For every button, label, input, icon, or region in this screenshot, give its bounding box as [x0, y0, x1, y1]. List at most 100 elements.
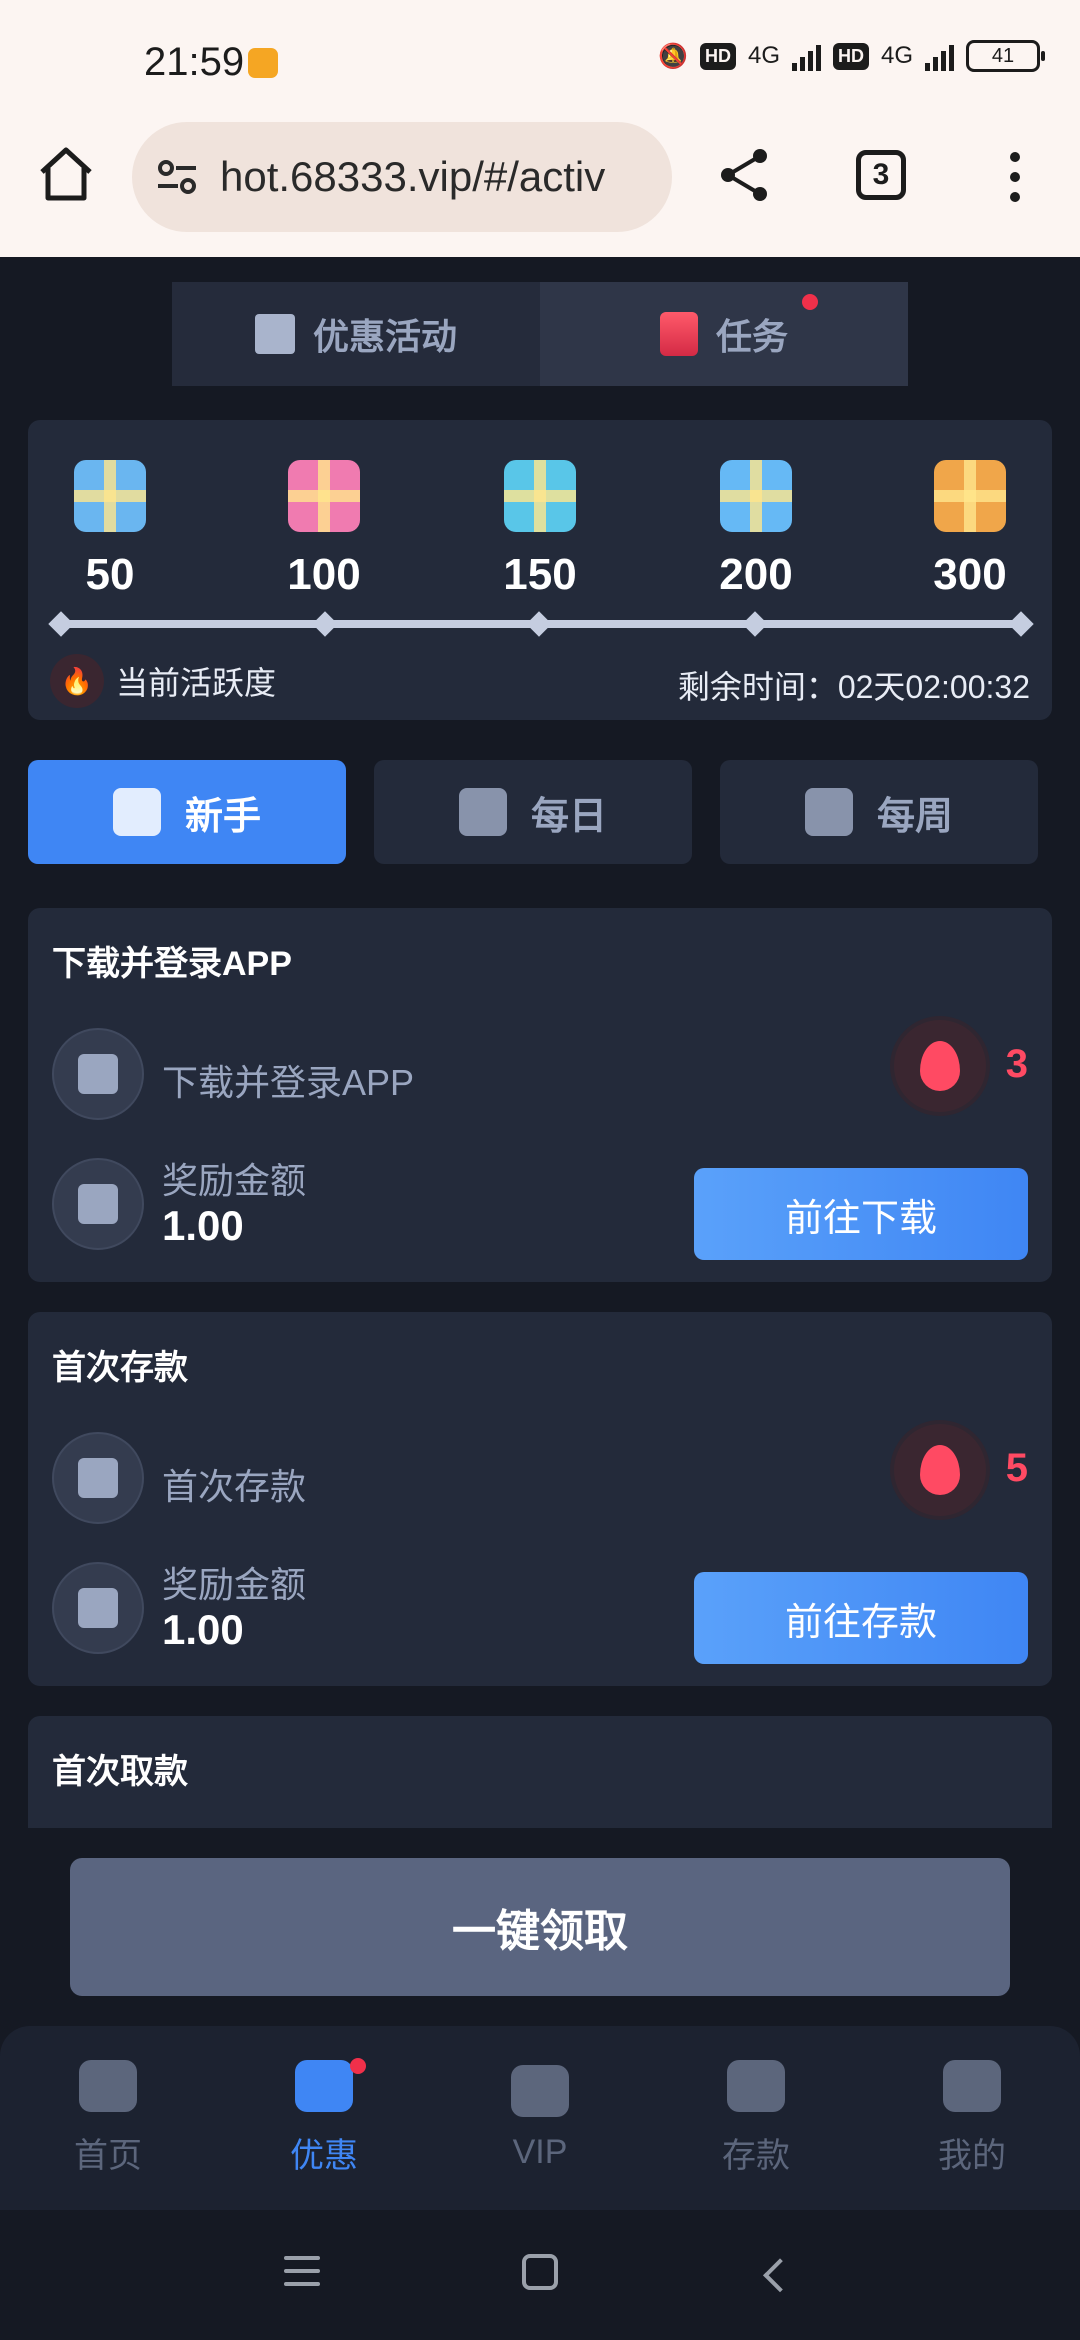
- activity-points: 3: [1005, 1042, 1028, 1086]
- browser-toolbar: hot.68333.vip/#/activ 3: [0, 122, 1080, 257]
- nav-profile[interactable]: 我的: [864, 2026, 1080, 2210]
- url-text: hot.68333.vip/#/activ: [220, 153, 606, 200]
- hd-badge-2: HD: [832, 42, 869, 70]
- signal-icon-2: [925, 41, 954, 71]
- wallet-icon: [727, 2059, 785, 2112]
- share-icon[interactable]: [716, 146, 774, 204]
- go-download-button[interactable]: 前往下载: [694, 1168, 1028, 1260]
- tab-newbie[interactable]: 新手: [28, 760, 346, 864]
- top-tab-bar: 优惠活动 任务: [172, 282, 908, 386]
- gift-box-icon: [934, 460, 1006, 532]
- milestone-value: 300: [933, 550, 1007, 599]
- nav-label: VIP: [512, 2132, 568, 2171]
- progress-node: [742, 611, 768, 637]
- nav-vip[interactable]: VIP: [432, 2026, 648, 2210]
- milestone-100[interactable]: 100: [264, 460, 384, 600]
- more-menu-icon[interactable]: [1000, 152, 1030, 202]
- nav-label: 我的: [938, 2136, 1006, 2175]
- task-card-first-withdrawal: 首次取款: [28, 1716, 1052, 1828]
- progress-node: [1008, 611, 1034, 637]
- phone-download-icon: [78, 1054, 118, 1094]
- milestone-50[interactable]: 50: [50, 460, 170, 600]
- milestone-300[interactable]: 300: [910, 460, 1030, 600]
- tab-weekly[interactable]: 每周: [720, 760, 1038, 864]
- current-activity: 🔥 当前活跃度: [50, 654, 276, 708]
- task-icon: [52, 1028, 144, 1120]
- task-name: 下载并登录APP: [162, 1062, 415, 1103]
- tab-newbie-label: 新手: [184, 795, 261, 838]
- status-time: 21:59: [144, 40, 245, 84]
- nav-home[interactable]: 首页: [0, 2026, 216, 2210]
- tab-weekly-label: 每周: [876, 795, 953, 838]
- gift-box-icon: [74, 460, 146, 532]
- home-icon: [79, 2059, 137, 2112]
- tab-tasks[interactable]: 任务: [540, 282, 908, 386]
- fire-icon: [894, 1424, 986, 1516]
- notification-dot: [802, 294, 818, 310]
- current-activity-label: 当前活跃度: [116, 665, 277, 701]
- address-bar[interactable]: hot.68333.vip/#/activ: [132, 122, 672, 232]
- reward-label: 奖励金额: [162, 1160, 307, 1201]
- reward-icon: [52, 1562, 144, 1654]
- site-settings-icon[interactable]: [154, 154, 200, 200]
- mute-icon: 🔕: [658, 42, 688, 70]
- gift-icon: [78, 1184, 118, 1224]
- home-icon[interactable]: [36, 144, 96, 204]
- bottom-navigation: 首页 优惠 VIP 存款 我的: [0, 2026, 1080, 2210]
- back-icon[interactable]: [763, 2258, 797, 2293]
- tab-daily-label: 每日: [530, 795, 607, 838]
- milestone-200[interactable]: 200: [696, 460, 816, 600]
- task-icon: [52, 1432, 144, 1524]
- gift-box-icon: [504, 460, 576, 532]
- milestone-value: 100: [287, 550, 361, 599]
- task-title: 首次取款: [52, 1753, 188, 1791]
- nav-label: 优惠: [290, 2136, 358, 2175]
- status-indicators: 🔕 HD 4G HD 4G 41: [658, 40, 1045, 72]
- progress-node: [312, 611, 338, 637]
- tab-switcher-button[interactable]: 3: [856, 150, 906, 200]
- fire-icon: [894, 1020, 986, 1112]
- claim-all-button[interactable]: 一键领取: [70, 1858, 1010, 1996]
- activity-points: 5: [1005, 1446, 1028, 1490]
- fire-icon: 🔥: [50, 654, 104, 708]
- reward-label: 奖励金额: [162, 1564, 307, 1605]
- remaining-time: 剩余时间：02天02:00:32: [677, 669, 1030, 705]
- notification-dot: [350, 2058, 366, 2074]
- tab-promotions[interactable]: 优惠活动: [172, 282, 540, 386]
- milestone-value: 50: [85, 550, 135, 599]
- nav-label: 首页: [74, 2136, 142, 2175]
- signal-icon-1: [791, 41, 821, 71]
- status-bar: 21:59 🔕 HD 4G HD 4G 41: [0, 0, 1080, 122]
- task-card-download-app: 下载并登录APP 下载并登录APP 3 奖励金额 1.00 前往下载: [28, 908, 1052, 1282]
- activity-progress-card: 50 100 150 200 300 🔥 当前活跃度 剩余时间：02天02:00…: [28, 420, 1052, 720]
- battery-icon: 41: [966, 40, 1045, 72]
- progress-node: [526, 611, 552, 637]
- task-name: 首次存款: [162, 1466, 307, 1507]
- gift-box-icon: [720, 460, 792, 532]
- task-title: 下载并登录APP: [52, 945, 292, 983]
- recent-apps-icon[interactable]: [284, 2256, 320, 2286]
- gift-box-icon: [288, 460, 360, 532]
- milestone-150[interactable]: 150: [480, 460, 600, 600]
- nav-promotions[interactable]: 优惠: [216, 2026, 432, 2210]
- tab-daily[interactable]: 每日: [374, 760, 692, 864]
- go-deposit-button[interactable]: 前往存款: [694, 1572, 1028, 1664]
- system-home-icon[interactable]: [522, 2254, 558, 2290]
- gift-icon: [78, 1588, 118, 1628]
- gift-icon: [254, 314, 295, 354]
- nav-deposit[interactable]: 存款: [648, 2026, 864, 2210]
- task-list-icon: [659, 312, 698, 356]
- task-title: 首次存款: [52, 1349, 188, 1387]
- milestone-value: 150: [503, 550, 577, 599]
- system-navigation-bar: [0, 2210, 1080, 2340]
- ticket-icon: [295, 2059, 353, 2112]
- reward-icon: [52, 1158, 144, 1250]
- tab-tasks-label: 任务: [715, 316, 788, 357]
- network-type-1: 4G: [747, 42, 780, 69]
- task-card-first-deposit: 首次存款 首次存款 5 奖励金额 1.00 前往存款: [28, 1312, 1052, 1686]
- progress-node: [48, 611, 74, 637]
- hd-badge-1: HD: [699, 42, 736, 70]
- checklist-icon: [458, 788, 507, 836]
- reward-value: 1.00: [162, 1606, 244, 1653]
- tab-promotions-label: 优惠活动: [312, 316, 457, 357]
